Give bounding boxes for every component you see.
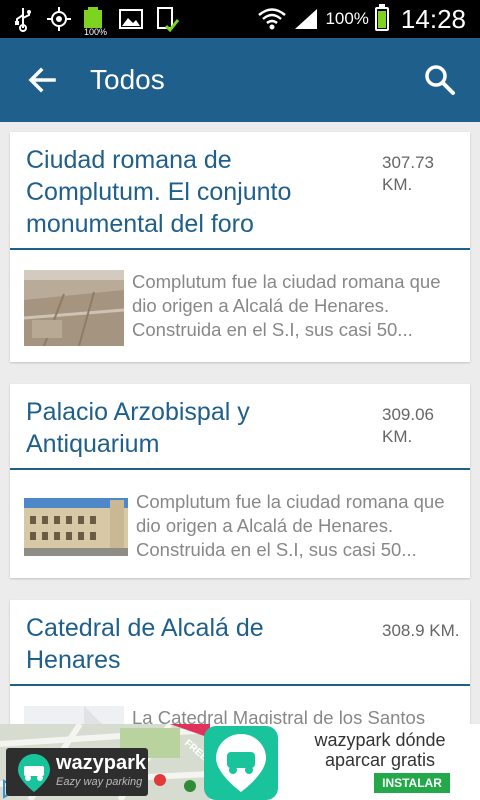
place-title: Catedral de Alcalá de Henares	[26, 614, 264, 674]
list-item-header: Palacio Arzobispal y Antiquarium 309.06 …	[10, 384, 470, 464]
app-bar: Todos	[0, 38, 480, 122]
places-list: Ciudad romana de Complutum. El conjunto …	[10, 132, 470, 800]
list-item-body: Complutum fue la ciudad romana que dio o…	[10, 470, 470, 578]
wifi-icon	[258, 8, 287, 30]
notification-icons: 100%	[10, 5, 180, 37]
list-item[interactable]: Palacio Arzobispal y Antiquarium 309.06 …	[10, 384, 470, 578]
battery-icon	[374, 4, 389, 31]
install-button[interactable]: INSTALAR	[374, 773, 450, 793]
list-item-header: Catedral de Alcalá de Henares 308.9 KM.	[10, 600, 470, 680]
back-arrow-icon[interactable]	[24, 62, 60, 98]
place-distance: 309.06 KM.	[382, 405, 434, 446]
status-bar: 100% 100% 14:28	[0, 0, 480, 38]
ad-app-icon	[204, 726, 278, 800]
clock: 14:28	[400, 3, 466, 34]
place-title: Ciudad romana de Complutum. El conjunto …	[26, 146, 292, 238]
list-item-body: Complutum fue la ciudad romana que dio o…	[10, 250, 470, 362]
small-battery-label: 100%	[84, 27, 107, 36]
ad-headline: wazypark dónde aparcar gratis	[314, 730, 446, 770]
ad-brand-name: wazypark	[56, 752, 147, 774]
usb-icon	[10, 6, 36, 32]
search-icon[interactable]	[422, 62, 458, 98]
ad-brand-tagline: Eazy way parking	[56, 776, 143, 788]
battery-full-icon: 100%	[82, 6, 108, 37]
ad-brand-logo: wazypark Eazy way parking	[6, 748, 148, 796]
place-thumbnail	[24, 498, 128, 556]
download-complete-icon	[154, 6, 180, 33]
image-icon	[118, 6, 144, 32]
page-title: Todos	[90, 64, 165, 95]
signal-icon	[295, 9, 318, 29]
place-distance: 307.73 KM.	[382, 153, 434, 194]
place-title: Palacio Arzobispal y Antiquarium	[26, 398, 250, 458]
battery-percent: 100%	[325, 9, 369, 28]
gps-icon	[46, 6, 72, 32]
place-description: Complutum fue la ciudad romana que dio o…	[136, 491, 445, 560]
place-thumbnail	[24, 270, 124, 346]
list-item-header: Ciudad romana de Complutum. El conjunto …	[10, 132, 470, 244]
list-item[interactable]: Ciudad romana de Complutum. El conjunto …	[10, 132, 470, 362]
place-distance: 308.9 KM.	[382, 621, 460, 640]
place-description: Complutum fue la ciudad romana que dio o…	[132, 271, 441, 340]
system-status: 100% 14:28	[257, 3, 466, 35]
ad-banner[interactable]: FREE wazypark Eazy way parking wazypark …	[0, 724, 480, 800]
